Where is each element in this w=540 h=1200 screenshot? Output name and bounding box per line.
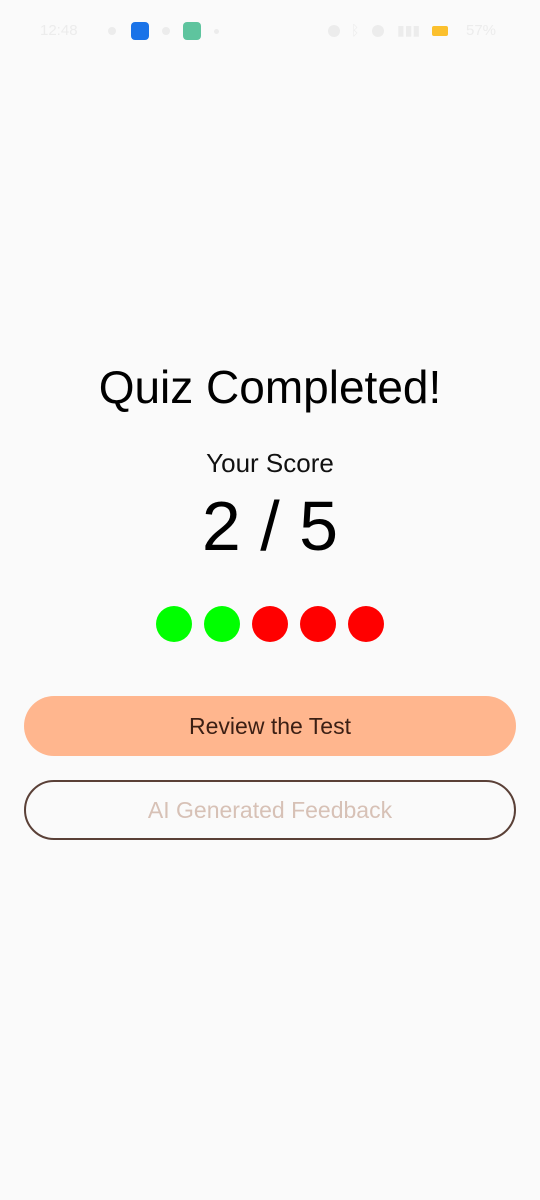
answer-indicators <box>156 606 396 642</box>
answer-incorrect-dot <box>348 606 384 642</box>
more-notifications-icon <box>214 29 219 34</box>
signal-icon: ▮▮▮ <box>397 22 421 38</box>
score-value: 2 / 5 <box>201 487 339 565</box>
download-icon <box>183 22 201 40</box>
battery-icon <box>432 26 448 36</box>
app-notification-icon <box>131 22 149 40</box>
status-time: 12:48 <box>40 22 78 39</box>
quiz-completed-title: Quiz Completed! <box>98 361 442 413</box>
review-test-button[interactable]: Review the Test <box>24 696 516 756</box>
answer-correct-dot <box>156 606 192 642</box>
alarm-icon <box>328 25 340 37</box>
answer-correct-dot <box>204 606 240 642</box>
answer-incorrect-dot <box>252 606 288 642</box>
answer-incorrect-dot <box>300 606 336 642</box>
notification-dot-icon <box>108 27 116 35</box>
wifi-icon <box>372 25 384 37</box>
notification-dot-icon <box>162 27 170 35</box>
bluetooth-icon: ᛒ <box>351 22 360 38</box>
ai-feedback-button[interactable]: AI Generated Feedback <box>24 780 516 840</box>
status-bar: 12:48 ᛒ ▮▮▮ 57% <box>0 0 540 62</box>
score-label: Your Score <box>206 448 334 478</box>
battery-percentage: 57% <box>466 22 497 39</box>
